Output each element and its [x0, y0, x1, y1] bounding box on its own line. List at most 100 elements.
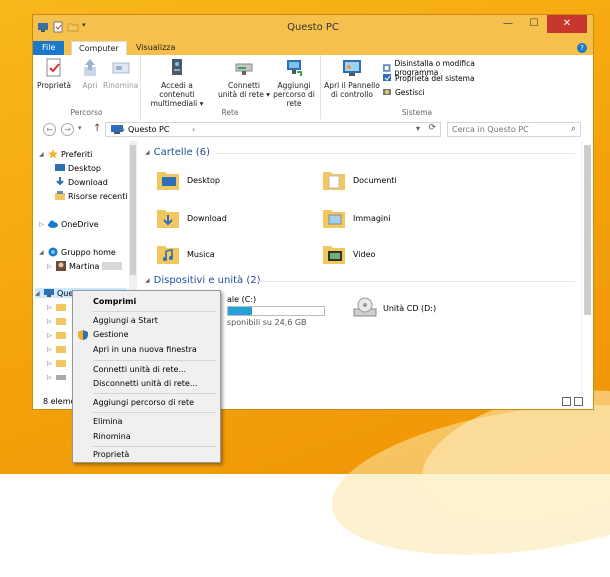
nav-user[interactable]: ▷ Martina [47, 261, 123, 271]
nav-child-4[interactable]: ▷ [47, 344, 66, 354]
up-button[interactable]: ↑ [93, 123, 101, 134]
refresh-icon[interactable]: ⟳ [428, 123, 436, 133]
drive-d[interactable]: Unità CD (D:) [353, 297, 436, 319]
ribbon-group-percorso: Proprietà Apri Rinomina Percorso [33, 55, 141, 119]
tab-visualizza[interactable]: Visualizza [129, 41, 182, 55]
properties-button[interactable]: Proprietà [37, 57, 71, 90]
folder-icon [56, 318, 66, 325]
address-dropdown-icon[interactable]: ▾ [416, 124, 420, 133]
nav-child-5[interactable]: ▷ [47, 358, 66, 368]
details-view-icon[interactable] [562, 397, 571, 406]
media-access-button[interactable]: Accedi a contenuti multimediali ▾ [144, 57, 210, 108]
expand-icon[interactable]: ▷ [47, 374, 53, 381]
menu-item-connetti-unita-rete[interactable]: Connetti unità di rete... [93, 365, 186, 374]
address-box[interactable]: › Questo PC › ▾ ⟳ [105, 122, 441, 137]
folder-icon [56, 346, 66, 353]
nav-favorites[interactable]: ◢ Preferiti [39, 149, 92, 159]
manage-button[interactable]: Gestisci [382, 87, 424, 97]
nav-child-3[interactable]: ▷ [47, 330, 66, 340]
download-folder-icon [157, 210, 179, 228]
expand-icon[interactable]: ▷ [47, 346, 53, 353]
drive-icon [56, 375, 66, 380]
expand-icon[interactable]: ◢ [35, 290, 41, 297]
rename-button[interactable]: Rinomina [103, 57, 138, 90]
collapse-icon[interactable]: ◢ [145, 277, 150, 284]
expand-icon[interactable]: ▷ [47, 304, 53, 311]
nav-recent[interactable]: Risorse recenti [55, 191, 128, 201]
expand-icon[interactable]: ▷ [47, 318, 53, 325]
rename-label: Rinomina [103, 81, 139, 90]
nav-child-1[interactable]: ▷ [47, 302, 66, 312]
forward-button[interactable]: → [61, 123, 74, 136]
search-input[interactable] [448, 123, 562, 136]
system-properties-button[interactable]: Proprietà del sistema [382, 73, 475, 83]
devices-group-header[interactable]: ◢ Dispositivi e unità (2) [145, 275, 261, 286]
nav-onedrive[interactable]: ▷ OneDrive [39, 219, 99, 229]
collapse-icon[interactable]: ◢ [145, 149, 150, 156]
search-icon[interactable]: ⌕ [571, 124, 576, 134]
nav-child-2[interactable]: ▷ [47, 316, 66, 326]
folder-documenti[interactable]: Documenti [321, 167, 397, 193]
folder-video[interactable]: Video [321, 241, 375, 267]
nav-child-6[interactable]: ▷ [47, 372, 66, 382]
folder-desktop[interactable]: Desktop [155, 167, 220, 193]
menu-item-disconnetti-unita-rete[interactable]: Disconnetti unità di rete... [93, 379, 197, 388]
control-panel-button[interactable]: Apri il Pannello di controllo [324, 57, 380, 99]
tiles-view-icon[interactable] [574, 397, 583, 406]
nav-desktop[interactable]: Desktop [55, 163, 101, 173]
maximize-button[interactable]: ☐ [521, 15, 547, 33]
context-menu: Comprimi Aggiungi a Start Gestione Apri … [72, 290, 221, 463]
nav-download[interactable]: Download [55, 177, 108, 187]
title-bar[interactable]: ▾ Questo PC — ☐ ✕ [33, 15, 593, 41]
menu-item-gestione[interactable]: Gestione [93, 330, 129, 339]
properties-label: Proprietà [37, 81, 71, 90]
expand-icon[interactable]: ▷ [47, 332, 53, 339]
expand-icon[interactable]: ◢ [39, 151, 45, 158]
scrollbar-thumb[interactable] [584, 145, 591, 315]
folder-musica[interactable]: Musica [155, 241, 215, 267]
add-network-location-button[interactable]: Aggiungi percorso di rete [270, 57, 318, 108]
nav-homegroup[interactable]: ◢ Gruppo home [39, 247, 116, 257]
menu-separator [93, 311, 216, 312]
tab-file[interactable]: File [33, 41, 65, 55]
expand-icon[interactable]: ▷ [47, 263, 53, 270]
breadcrumb-questo-pc[interactable]: Questo PC [128, 125, 169, 134]
drive-c[interactable]: ale (C:) sponibili su 24,6 GB [227, 295, 325, 327]
content-scrollbar[interactable] [581, 141, 594, 395]
help-icon[interactable]: ? [577, 43, 587, 53]
menu-item-aggiungi-percorso-rete[interactable]: Aggiungi percorso di rete [93, 398, 194, 407]
menu-item-aggiungi-a-start[interactable]: Aggiungi a Start [93, 316, 158, 325]
minimize-button[interactable]: — [495, 15, 521, 33]
folder-download[interactable]: Download [155, 205, 227, 231]
expand-icon[interactable]: ▷ [39, 221, 45, 228]
folders-header-label: Cartelle (6) [153, 147, 210, 158]
address-bar-row: ← → ▾ ↑ › Questo PC › ▾ ⟳ ⌕ [33, 119, 593, 141]
menu-item-rinomina[interactable]: Rinomina [93, 432, 131, 441]
drive-d-label: Unità CD (D:) [383, 303, 437, 313]
menu-item-comprimi[interactable]: Comprimi [93, 297, 136, 306]
recent-locations-icon[interactable]: ▾ [78, 124, 82, 132]
ribbon-tabs: File Computer Visualizza [33, 41, 593, 56]
back-button[interactable]: ← [43, 123, 56, 136]
tab-computer[interactable]: Computer [71, 41, 127, 56]
expand-icon[interactable]: ◢ [39, 249, 45, 256]
menu-item-elimina[interactable]: Elimina [93, 417, 123, 426]
breadcrumb-chevron[interactable]: › [192, 125, 195, 134]
drive-c-usage-fill [228, 307, 252, 315]
close-button[interactable]: ✕ [547, 15, 587, 33]
scrollbar-thumb[interactable] [130, 145, 136, 275]
search-box[interactable]: ⌕ [447, 122, 581, 137]
open-button[interactable]: Apri [79, 57, 101, 90]
map-network-drive-button[interactable]: Connetti unità di rete ▾ [216, 57, 272, 99]
folder-icon [56, 332, 66, 339]
menu-item-apri-nuova-finestra[interactable]: Apri in una nuova finestra [93, 345, 197, 354]
menu-item-proprieta[interactable]: Proprietà [93, 450, 129, 459]
map-drive-label-1: Connetti [228, 81, 260, 90]
nav-recent-label: Risorse recenti [68, 191, 128, 201]
view-switcher [562, 397, 583, 406]
star-icon [48, 149, 58, 159]
drive-c-name: ale (C:) [227, 295, 257, 304]
folder-immagini[interactable]: Immagini [321, 205, 390, 231]
expand-icon[interactable]: ▷ [47, 360, 53, 367]
folders-group-header[interactable]: ◢ Cartelle (6) [145, 147, 210, 158]
